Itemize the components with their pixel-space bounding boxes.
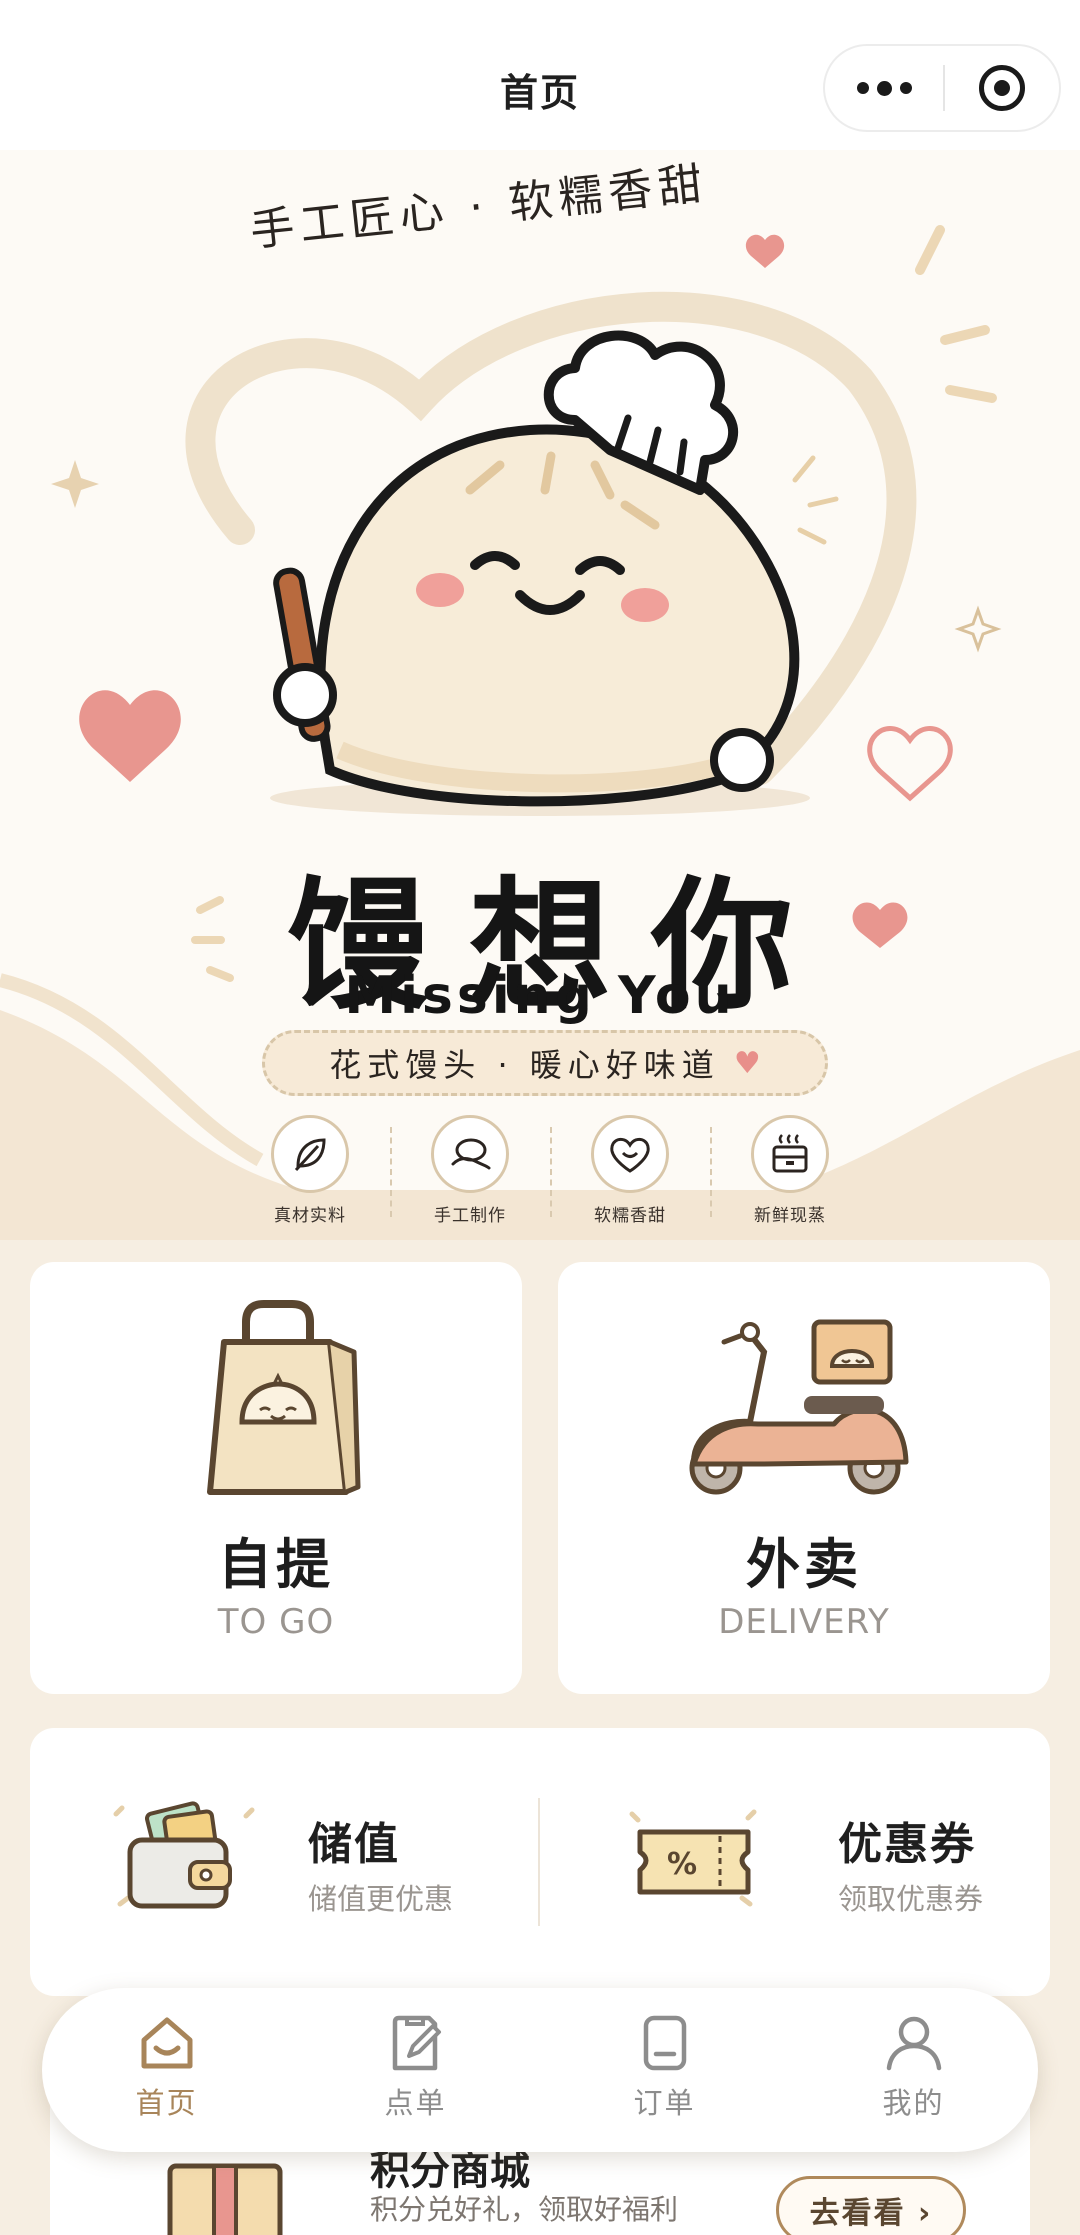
stored-value-entry[interactable]: 储值 储值更优惠 [30, 1728, 530, 1996]
feature-item: 手工制作 [390, 1115, 550, 1235]
order-edit-icon [392, 2015, 441, 2071]
delivery-option-card[interactable]: 外卖 DELIVERY [558, 1262, 1050, 1694]
miniprogram-capsule [823, 44, 1061, 132]
tab-orders[interactable]: 订单 [540, 1988, 789, 2152]
heart-icon: ♥ [733, 1045, 761, 1081]
pickup-option-card[interactable]: 自提 TO GO [30, 1262, 522, 1694]
leaf-icon [271, 1115, 349, 1193]
tab-mine-label: 我的 [882, 2086, 945, 2120]
tab-mine[interactable]: 我的 [789, 1988, 1038, 2152]
hero-banner[interactable]: 手工匠心 · 软糯香甜 馒想你 Missing You 花式馒头 · 暖心好味道… [0, 150, 1080, 1240]
feature-label: 手工制作 [434, 1206, 506, 1226]
feature-item: 软糯香甜 [550, 1115, 710, 1235]
stored-value-title: 储值 [308, 1819, 400, 1870]
steamer-icon [751, 1115, 829, 1193]
target-close-icon[interactable] [945, 46, 1059, 130]
coupon-icon: % [629, 1809, 757, 1907]
coupon-subtitle: 领取优惠券 [838, 1882, 984, 1916]
bottom-tabbar: 首页 点单 订单 我的 [42, 1988, 1038, 2152]
user-icon [886, 2016, 941, 2071]
shopping-bag-icon [207, 1300, 361, 1495]
delivery-subtitle: DELIVERY [718, 1602, 890, 1642]
home-icon [141, 2017, 192, 2069]
tab-orders-label: 订单 [633, 2086, 696, 2120]
delivery-title: 外卖 [746, 1533, 862, 1596]
scooter-icon [689, 1319, 909, 1495]
wallet-icon [113, 1801, 255, 1909]
feature-label: 真材实料 [274, 1206, 346, 1226]
nav-header: 首页 [0, 0, 1080, 150]
coupon-entry[interactable]: % 优惠券 领取优惠券 [540, 1728, 1040, 1996]
tab-home[interactable]: 首页 [42, 1988, 291, 2152]
pickup-title: 自提 [218, 1533, 334, 1596]
stored-value-subtitle: 储值更优惠 [308, 1882, 454, 1916]
feature-item: 新鲜现蒸 [710, 1115, 870, 1235]
feature-label: 软糯香甜 [594, 1206, 666, 1226]
heart-smile-icon [591, 1115, 669, 1193]
banner-tagline: 花式馒头 · 暖心好味道 ♥ [262, 1030, 828, 1096]
feature-item: 真材实料 [230, 1115, 390, 1235]
pickup-subtitle: TO GO [217, 1602, 335, 1642]
receipt-icon [643, 2015, 686, 2071]
points-mall-subtitle: 积分兑好礼，领取好福利 [370, 2193, 679, 2226]
feature-list: 真材实料 手工制作 软糯香甜 新鲜现蒸 [230, 1115, 870, 1235]
svg-text:%: % [667, 1847, 697, 1882]
coupon-title: 优惠券 [838, 1819, 976, 1870]
hand-dough-icon [431, 1115, 509, 1193]
tab-order-label: 点单 [384, 2086, 447, 2120]
tagline-text: 花式馒头 · 暖心好味道 [329, 1046, 720, 1084]
services-card: 储值 储值更优惠 % 优惠券 领取优惠券 [30, 1728, 1050, 1996]
feature-label: 新鲜现蒸 [754, 1206, 826, 1226]
brand-name-en: Missing You [344, 966, 736, 1026]
tab-order[interactable]: 点单 [291, 1988, 540, 2152]
view-points-mall-button[interactable]: 去看看 › [776, 2176, 966, 2235]
tab-home-label: 首页 [135, 2086, 198, 2120]
more-dots-icon[interactable] [825, 46, 943, 130]
